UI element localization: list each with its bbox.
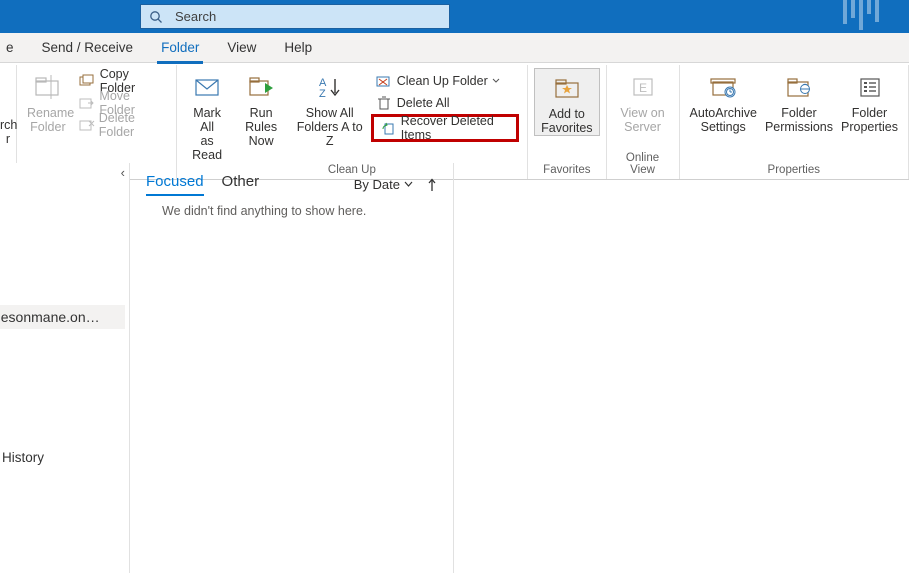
move-folder-icon [79, 96, 95, 110]
rules-icon [247, 75, 275, 99]
clean-up-folder-button[interactable]: Clean Up Folder [371, 70, 519, 92]
group-online-view: E View on Server Online View [607, 65, 680, 179]
chevron-down-icon [404, 180, 413, 189]
folder-rename-icon [33, 73, 63, 101]
mark-all-read-button[interactable]: Mark All as Read [183, 68, 232, 162]
search-icon [149, 10, 163, 24]
folder-properties-button[interactable]: Folder Properties [837, 68, 902, 134]
ribbon-tabs: e Send / Receive Folder View Help [0, 33, 909, 63]
title-bar: Search [0, 0, 909, 33]
group-cleanup: Mark All as Read Run Rules Now AZ Show A… [177, 65, 528, 179]
cleanup-icon [376, 74, 392, 88]
properties-icon [856, 75, 884, 99]
empty-message: We didn't find anything to show here. [146, 204, 437, 218]
recover-icon [381, 121, 397, 135]
sort-az-icon: AZ [315, 75, 345, 99]
server-icon: E [629, 75, 657, 99]
tab-send-receive[interactable]: Send / Receive [28, 33, 148, 63]
tab-other[interactable]: Other [222, 173, 260, 196]
reading-pane [454, 163, 909, 573]
show-all-folders-button[interactable]: AZ Show All Folders A to Z [291, 68, 369, 148]
autoarchive-button[interactable]: AutoArchive Settings [686, 68, 761, 134]
view-on-server-button: E View on Server [613, 68, 673, 134]
svg-text:E: E [639, 81, 647, 95]
search-placeholder: Search [175, 9, 216, 24]
sort-arrow-up-icon[interactable] [427, 178, 437, 192]
svg-text:Z: Z [319, 88, 326, 99]
search-box[interactable]: Search [140, 4, 450, 29]
delete-folder-button: Delete Folder [75, 114, 168, 136]
collapse-handle[interactable]: ‹ [121, 165, 125, 180]
sort-by-date[interactable]: By Date [354, 177, 413, 192]
envelope-icon [193, 75, 221, 99]
message-list-pane: Focused Other By Date We didn't find any… [130, 163, 454, 573]
nav-account-item[interactable]: miesonmane.on… [0, 305, 125, 329]
tab-help[interactable]: Help [270, 33, 326, 63]
favorites-folder-icon [553, 76, 581, 100]
group-actions: Rename Folder Copy Folder Move Folder De… [17, 65, 177, 179]
recover-highlight: Recover Deleted Items [371, 114, 519, 142]
tab-folder[interactable]: Folder [147, 33, 213, 63]
window-decoration [843, 0, 879, 33]
rename-folder-button: Rename Folder [23, 68, 73, 134]
permissions-icon [785, 75, 813, 99]
run-rules-button[interactable]: Run Rules Now [232, 68, 291, 148]
delete-folder-icon [79, 118, 95, 132]
recover-deleted-button[interactable]: Recover Deleted Items [377, 117, 513, 139]
tab-focused[interactable]: Focused [146, 173, 204, 196]
folder-permissions-button[interactable]: Folder Permissions [761, 68, 837, 134]
add-to-favorites-button[interactable]: Add to Favorites [534, 68, 599, 136]
group-favorites: Add to Favorites Favorites [528, 65, 606, 179]
tab-partial[interactable]: e [4, 33, 28, 63]
chevron-down-icon [492, 77, 500, 85]
partial-button[interactable]: rch r [0, 68, 10, 146]
trash-icon [376, 96, 392, 110]
group-properties: AutoArchive Settings Folder Permissions … [680, 65, 909, 179]
nav-history-item[interactable]: History [2, 450, 44, 465]
archive-icon [709, 75, 737, 99]
folder-nav-pane: ‹ miesonmane.on… History [0, 163, 130, 573]
tab-view[interactable]: View [213, 33, 270, 63]
delete-all-button[interactable]: Delete All [371, 92, 519, 114]
content-area: ‹ miesonmane.on… History Focused Other B… [0, 163, 909, 573]
copy-folder-icon [79, 74, 95, 88]
